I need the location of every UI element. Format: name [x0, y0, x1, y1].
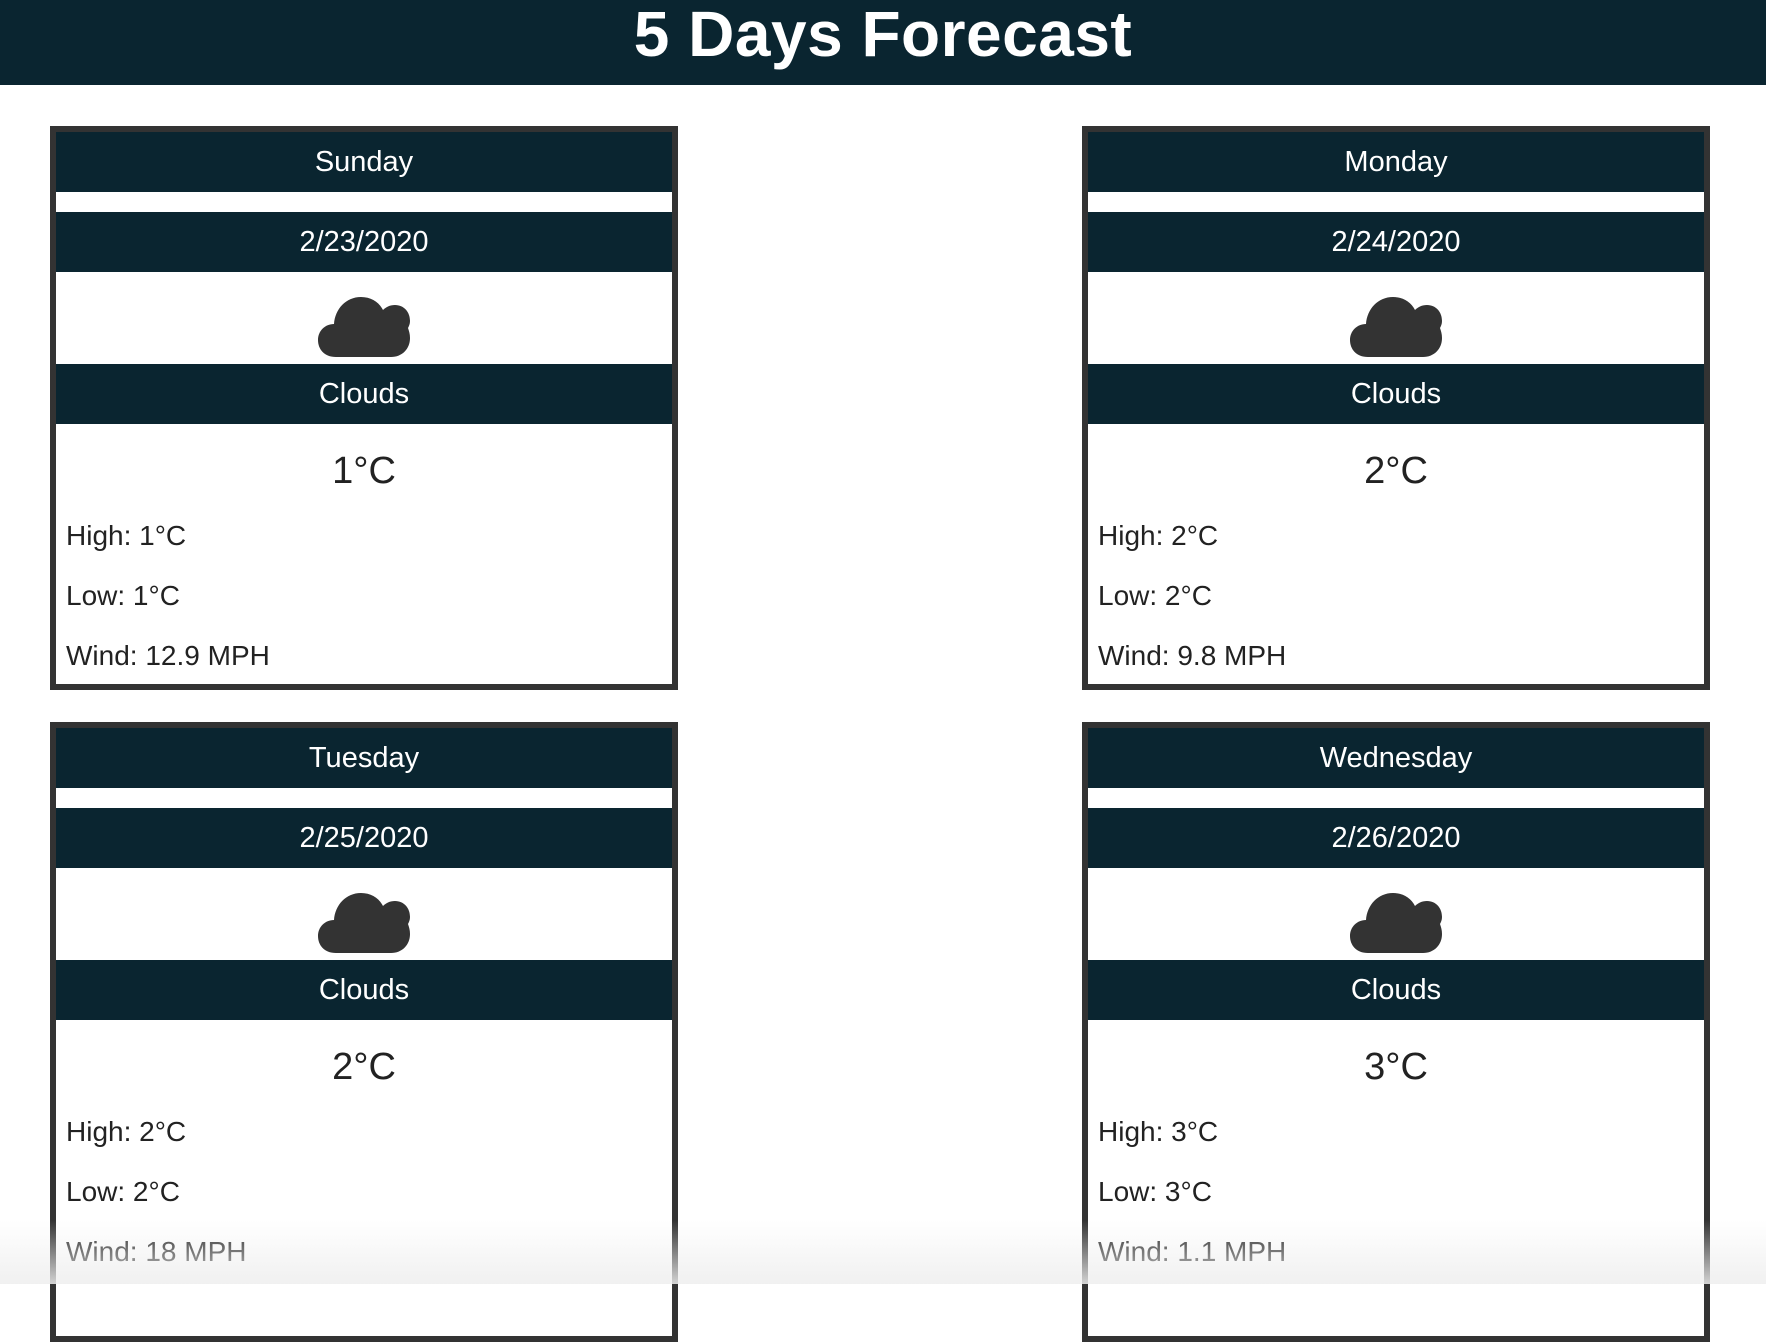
forecast-low: Low: 3°C	[1098, 1176, 1212, 1207]
forecast-date: 2/23/2020	[56, 212, 672, 272]
forecast-high: High: 2°C	[1098, 520, 1219, 551]
forecast-temperature: 1°C	[332, 450, 396, 492]
forecast-card: Tuesday 2/25/2020 Clouds 2°C High: 2°C L…	[50, 722, 678, 1342]
page-header: 5 Days Forecast	[0, 0, 1766, 85]
forecast-description: Clouds	[1088, 960, 1704, 1020]
forecast-high: High: 2°C	[66, 1116, 187, 1147]
weather-icon-area	[56, 272, 672, 364]
cloud-icon	[1350, 893, 1442, 953]
forecast-wind: Wind: 18 MPH	[66, 1236, 247, 1267]
forecast-description: Clouds	[56, 960, 672, 1020]
forecast-low: Low: 2°C	[1098, 580, 1212, 611]
forecast-wind: Wind: 1.1 MPH	[1098, 1236, 1287, 1267]
forecast-low: Low: 2°C	[66, 1176, 180, 1207]
forecast-high: High: 3°C	[1098, 1116, 1219, 1147]
weather-icon-area	[56, 868, 672, 960]
forecast-date: 2/25/2020	[56, 808, 672, 868]
forecast-description: Clouds	[56, 364, 672, 424]
cloud-icon	[1350, 297, 1442, 357]
forecast-card: Monday 2/24/2020 Clouds 2°C High: 2°C Lo…	[1082, 126, 1710, 690]
forecast-date: 2/26/2020	[1088, 808, 1704, 868]
forecast-temperature: 3°C	[1364, 1046, 1428, 1088]
page-title: 5 Days Forecast	[633, 0, 1133, 70]
forecast-temperature: 2°C	[1364, 450, 1428, 492]
forecast-wind: Wind: 12.9 MPH	[66, 640, 270, 671]
cloud-icon	[318, 297, 410, 357]
forecast-day: Sunday	[56, 132, 672, 192]
forecast-day: Monday	[1088, 132, 1704, 192]
forecast-day: Wednesday	[1088, 728, 1704, 788]
forecast-card: Sunday 2/23/2020 Clouds 1°C High: 1°C Lo…	[50, 126, 678, 690]
forecast-wind: Wind: 9.8 MPH	[1098, 640, 1287, 671]
forecast-date: 2/24/2020	[1088, 212, 1704, 272]
weather-icon-area	[1088, 272, 1704, 364]
forecast-day: Tuesday	[56, 728, 672, 788]
forecast-high: High: 1°C	[66, 520, 187, 551]
forecast-description: Clouds	[1088, 364, 1704, 424]
forecast-card: Wednesday 2/26/2020 Clouds 3°C High: 3°C…	[1082, 722, 1710, 1342]
weather-icon-area	[1088, 868, 1704, 960]
forecast-temperature: 2°C	[332, 1046, 396, 1088]
forecast-low: Low: 1°C	[66, 580, 180, 611]
cloud-icon	[318, 893, 410, 953]
